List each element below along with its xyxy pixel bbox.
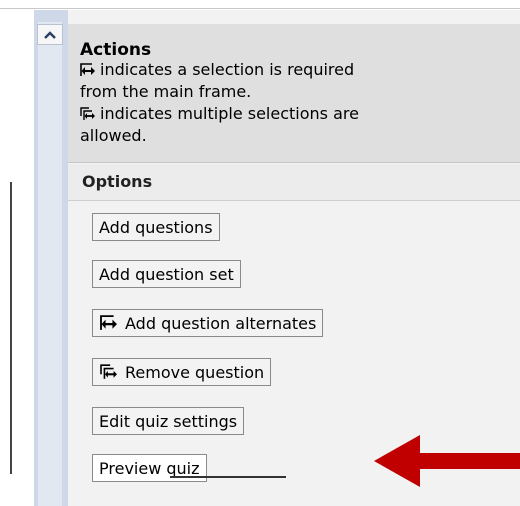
panel-side-strip-inner	[38, 22, 62, 506]
add-question-set-button[interactable]: Add question set	[92, 260, 241, 288]
button-label: Preview quiz	[99, 458, 200, 478]
actions-legend-single: indicates a selection is required	[80, 60, 354, 79]
actions-panel: Actions indicates a selection is require…	[34, 10, 520, 506]
add-question-alternates-button[interactable]: Add question alternates	[92, 309, 324, 337]
red-pointer-arrow-icon	[374, 435, 520, 487]
actions-header: Actions indicates a selection is require…	[68, 24, 520, 163]
actions-line-2: from the main frame.	[80, 82, 252, 101]
options-label: Options	[82, 172, 153, 191]
single-selection-icon	[80, 63, 95, 76]
add-questions-button[interactable]: Add questions	[92, 213, 220, 241]
button-label: Edit quiz settings	[99, 411, 238, 431]
button-label: Add questions	[99, 217, 213, 237]
actions-title: Actions	[80, 40, 152, 60]
edit-quiz-settings-button[interactable]: Edit quiz settings	[92, 407, 245, 435]
button-label: Add question set	[99, 264, 234, 284]
panel-content: Actions indicates a selection is require…	[68, 10, 520, 506]
actions-legend-multi: indicates multiple selections are	[80, 104, 359, 123]
top-divider	[0, 8, 520, 9]
actions-line-4: allowed.	[80, 126, 147, 145]
options-header: Options	[68, 164, 520, 201]
single-selection-icon	[100, 315, 117, 330]
chevron-up-icon	[44, 30, 56, 39]
bottom-divider-fragment	[170, 476, 286, 478]
panel-side-strip	[34, 10, 68, 506]
frame-border	[10, 182, 12, 474]
multi-selection-icon	[80, 107, 95, 120]
button-label: Add question alternates	[125, 313, 317, 333]
actions-line-1: indicates a selection is required	[100, 60, 355, 79]
remove-question-button[interactable]: Remove question	[92, 358, 272, 386]
collapse-button[interactable]	[37, 24, 63, 45]
button-label: Remove question	[125, 362, 265, 382]
actions-line-3: indicates multiple selections are	[100, 104, 359, 123]
multi-selection-icon	[100, 364, 117, 379]
